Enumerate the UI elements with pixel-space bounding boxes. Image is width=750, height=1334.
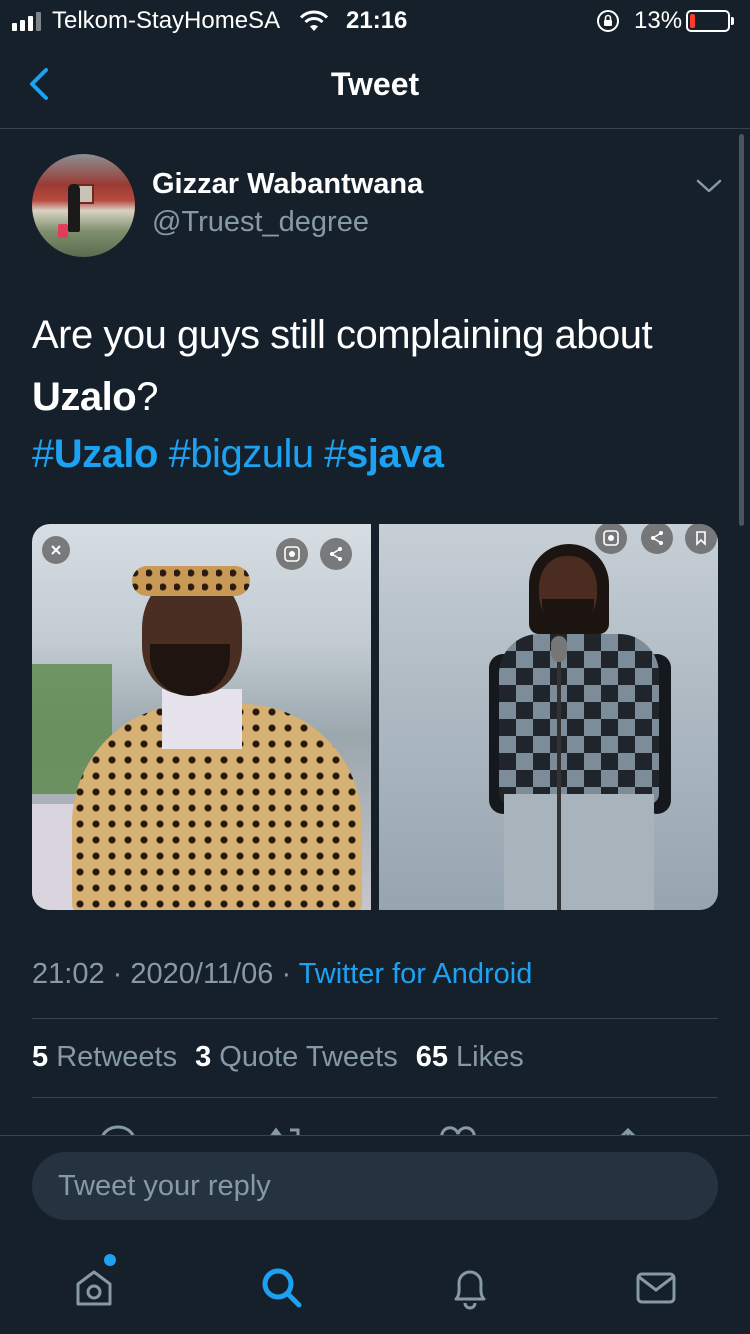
hashtag-list: #Uzalo #bigzulu #sjava — [32, 426, 444, 482]
tab-home[interactable] — [64, 1258, 124, 1318]
tweet-text-prefix: Are you guys still complaining about — [32, 313, 653, 357]
reply-input[interactable] — [32, 1152, 718, 1220]
tweet-source-link[interactable]: Twitter for Android — [299, 958, 533, 990]
tweet-stats: 5 Retweets 3 Quote Tweets 65 Likes — [32, 1041, 524, 1074]
battery-level-fill — [690, 14, 695, 28]
nav-header: Tweet — [0, 40, 750, 129]
tab-notifications[interactable] — [440, 1258, 500, 1318]
page-title: Tweet — [330, 66, 420, 102]
tab-messages[interactable] — [626, 1258, 686, 1318]
quote-tweets-stat[interactable]: 3 Quote Tweets — [195, 1041, 398, 1074]
author-handle[interactable]: @Truest_degree — [152, 206, 369, 239]
tab-search[interactable] — [252, 1258, 312, 1318]
tweet-timestamp: 21:02 · 2020/11/06 · Twitter for Android — [32, 958, 533, 990]
rotation-lock-icon — [597, 10, 619, 32]
share-icon[interactable] — [320, 538, 352, 570]
media-photo[interactable] — [32, 524, 371, 910]
bookmark-icon[interactable] — [685, 524, 717, 554]
carrier-name: Telkom-StayHomeSA — [52, 7, 281, 34]
battery-percent: 13% — [634, 7, 683, 34]
media-photo[interactable] — [379, 524, 718, 910]
close-icon[interactable] — [42, 536, 70, 564]
tweet-date: 2020/11/06 — [130, 958, 274, 990]
status-bar: Telkom-StayHomeSA 21:16 13% — [0, 0, 750, 40]
battery-icon — [686, 10, 734, 32]
lens-icon[interactable] — [595, 524, 627, 554]
share-icon[interactable] — [641, 524, 673, 554]
search-icon — [262, 1268, 302, 1308]
bottom-tab-bar — [0, 1236, 750, 1334]
signal-icon — [12, 12, 41, 31]
new-content-indicator — [104, 1254, 116, 1266]
divider — [32, 1097, 718, 1098]
tweet-text: Are you guys still complaining about Uza… — [32, 304, 722, 428]
scrollbar[interactable] — [739, 134, 744, 526]
tweet-time: 21:02 — [32, 958, 105, 990]
notifications-icon — [454, 1270, 486, 1310]
tweet-text-bold: Uzalo — [32, 375, 137, 419]
avatar[interactable] — [32, 154, 135, 257]
messages-icon — [636, 1272, 676, 1304]
hashtag-link[interactable]: #bigzulu — [169, 432, 315, 476]
tweet-action-row — [32, 1112, 718, 1136]
hashtag-link[interactable]: #sjava — [324, 432, 444, 476]
tweet-text-suffix: ? — [136, 375, 158, 419]
wifi-icon — [299, 10, 329, 31]
home-icon — [76, 1270, 112, 1306]
retweets-stat[interactable]: 5 Retweets — [32, 1041, 177, 1074]
author-display-name[interactable]: Gizzar Wabantwana — [152, 168, 423, 201]
likes-stat[interactable]: 65 Likes — [416, 1041, 524, 1074]
divider — [32, 1018, 718, 1019]
media-grid — [32, 524, 718, 910]
status-time: 21:16 — [346, 7, 408, 34]
hashtag-link[interactable]: #Uzalo — [32, 432, 158, 476]
chevron-down-icon[interactable] — [694, 174, 724, 198]
lens-icon[interactable] — [276, 538, 308, 570]
